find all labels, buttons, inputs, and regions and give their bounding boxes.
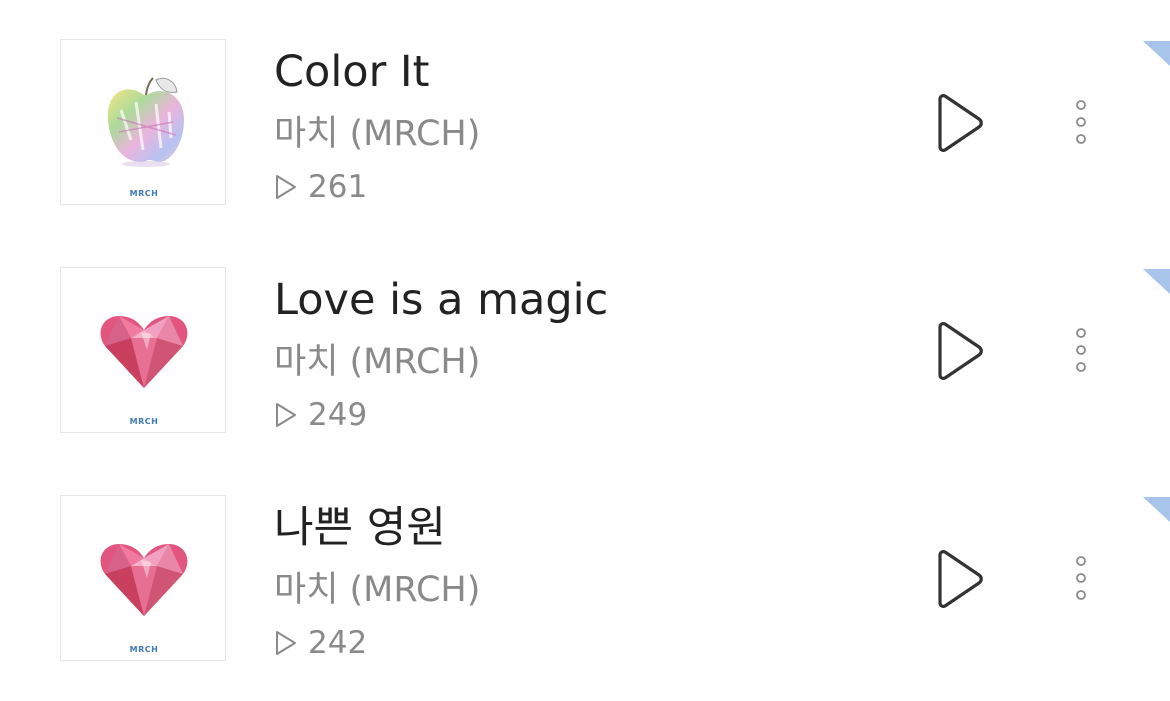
- more-vertical-icon[interactable]: [1064, 552, 1098, 606]
- play-count-icon: [276, 403, 296, 427]
- corner-indicator-icon: [1143, 497, 1170, 522]
- album-cover[interactable]: MRCH: [60, 495, 226, 661]
- album-cover[interactable]: MRCH: [60, 267, 226, 433]
- track-list: MRCH Color It 마치 (MRCH) 261 MRCH Love is…: [0, 0, 1170, 701]
- track-row[interactable]: MRCH 나쁜 영원 마치 (MRCH) 242: [0, 456, 1170, 684]
- cover-logo-text: MRCH: [129, 189, 159, 198]
- heart-gem-artwork: [100, 544, 188, 616]
- track-row[interactable]: MRCH Color It 마치 (MRCH) 261: [0, 0, 1170, 228]
- track-artist[interactable]: 마치 (MRCH): [274, 339, 480, 385]
- more-vertical-icon[interactable]: [1064, 324, 1098, 378]
- play-count-icon: [276, 175, 296, 199]
- corner-indicator-icon: [1143, 41, 1170, 66]
- play-count: 242: [274, 623, 367, 663]
- track-title[interactable]: Love is a magic: [274, 272, 608, 328]
- corner-indicator-icon: [1143, 269, 1170, 294]
- play-icon[interactable]: [930, 320, 990, 382]
- track-artist[interactable]: 마치 (MRCH): [274, 111, 480, 157]
- apple-artwork: [107, 77, 184, 167]
- play-count: 249: [274, 395, 367, 435]
- album-cover[interactable]: MRCH: [60, 39, 226, 205]
- play-icon[interactable]: [930, 92, 990, 154]
- heart-gem-artwork: [100, 316, 188, 388]
- play-count: 261: [274, 167, 367, 207]
- play-icon[interactable]: [930, 548, 990, 610]
- track-title[interactable]: 나쁜 영원: [274, 500, 446, 556]
- track-title[interactable]: Color It: [274, 44, 429, 100]
- cover-logo-text: MRCH: [129, 417, 159, 426]
- play-count-value: 242: [308, 625, 368, 661]
- more-vertical-icon[interactable]: [1064, 96, 1098, 150]
- play-count-value: 249: [308, 397, 368, 433]
- play-count-value: 261: [308, 169, 368, 205]
- cover-logo-text: MRCH: [129, 645, 159, 654]
- track-artist[interactable]: 마치 (MRCH): [274, 567, 480, 613]
- track-row[interactable]: MRCH Love is a magic 마치 (MRCH) 249: [0, 228, 1170, 456]
- play-count-icon: [276, 631, 296, 655]
